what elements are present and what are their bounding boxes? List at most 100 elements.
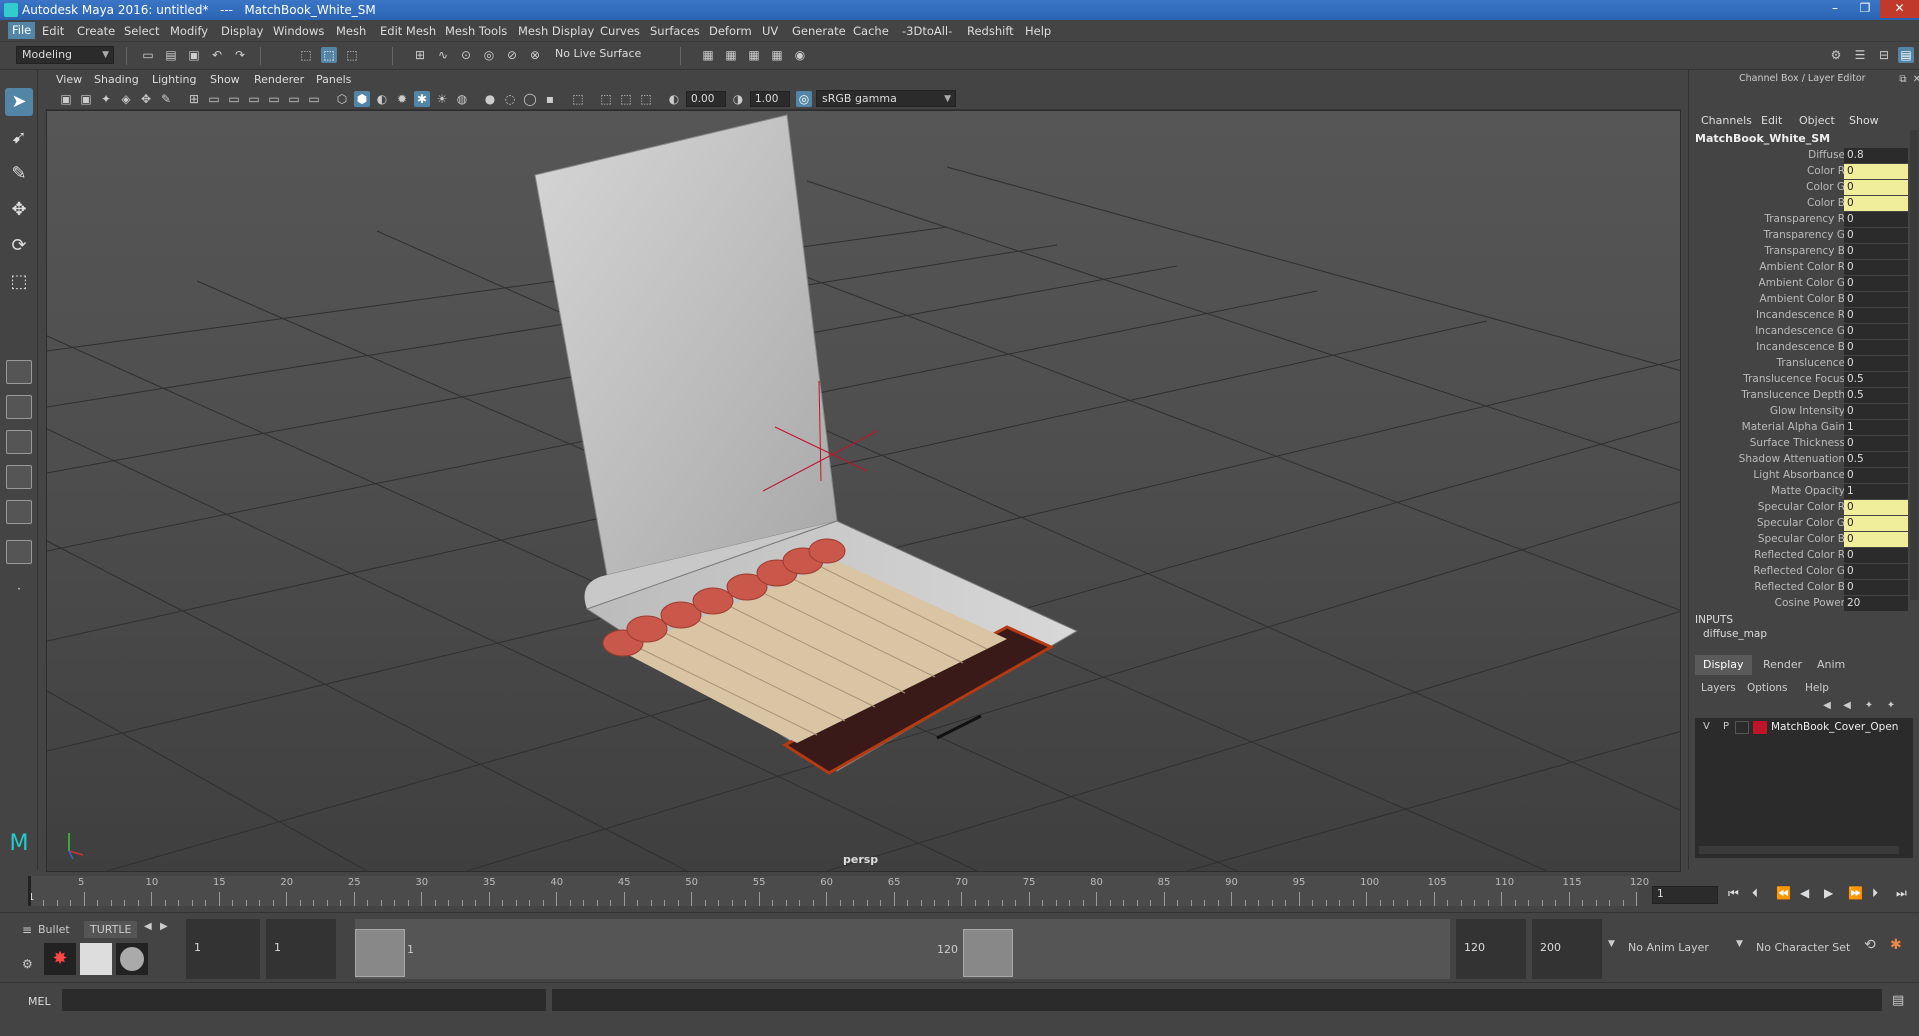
resolution-gate-icon[interactable]: ▭ — [226, 91, 242, 107]
step-forward-frame-icon[interactable]: ⏵ — [1872, 886, 1878, 901]
select-tool-icon[interactable]: ➤ — [5, 88, 33, 116]
script-editor-icon[interactable]: ▤ — [1892, 993, 1904, 1008]
channel-row[interactable]: Ambient Color G0 — [1689, 276, 1909, 292]
channel-value-field[interactable]: 0 — [1844, 404, 1908, 419]
exposure-icon[interactable]: ◐ — [666, 91, 682, 107]
channel-value-field[interactable]: 0 — [1844, 564, 1908, 579]
menu-windows[interactable]: Windows — [273, 24, 324, 38]
channel-value-field[interactable]: 0 — [1844, 516, 1908, 531]
menu-generate[interactable]: Generate — [792, 24, 846, 38]
rotate-tool-icon[interactable]: ⟳ — [5, 232, 33, 260]
persp-hypershade-layout-icon[interactable] — [6, 500, 32, 524]
step-back-frame-icon[interactable]: ⏴ — [1752, 886, 1758, 901]
minimize-button[interactable]: – — [1820, 0, 1850, 18]
channel-value-field[interactable]: 0.8 — [1844, 148, 1908, 163]
channel-label[interactable]: Incandescence G — [1755, 325, 1845, 337]
isolate-select-icon[interactable]: ▪ — [542, 91, 558, 107]
channel-value-field[interactable]: 0 — [1844, 500, 1908, 515]
menu-file[interactable]: File — [8, 22, 36, 39]
shelf-tab-turtle[interactable]: TURTLE — [84, 921, 138, 938]
channel-label[interactable]: Translucence Depth — [1741, 389, 1845, 401]
single-perspective-layout-icon[interactable] — [6, 360, 32, 384]
layer-menu-options[interactable]: Options — [1747, 682, 1788, 694]
menu-modify[interactable]: Modify — [170, 24, 208, 38]
channel-row[interactable]: Cosine Power 20 — [1689, 596, 1909, 612]
shelf-settings-icon[interactable]: ⚙ — [22, 957, 33, 971]
gate-mask-icon[interactable]: ▭ — [246, 91, 262, 107]
layer-menu-help[interactable]: Help — [1805, 682, 1829, 694]
channel-value-field[interactable]: 0 — [1844, 212, 1908, 227]
playback-end-field[interactable]: 120 — [1456, 919, 1526, 979]
channel-label[interactable]: Ambient Color R — [1759, 261, 1845, 273]
channel-value-field[interactable]: 0 — [1844, 324, 1908, 339]
cb-menu-show[interactable]: Show — [1849, 114, 1879, 127]
turtle-settings-icon[interactable] — [116, 943, 148, 975]
channel-row[interactable]: Shadow Attenuation 0.5 — [1689, 452, 1909, 468]
viewport-menu-show[interactable]: Show — [210, 73, 240, 86]
cb-menu-channels[interactable]: Channels — [1701, 114, 1752, 127]
channel-label[interactable]: Ambient Color G — [1759, 277, 1845, 289]
make-live-icon[interactable]: ⊗ — [527, 47, 543, 63]
channel-value-field[interactable]: 0.5 — [1844, 452, 1908, 467]
channel-row[interactable]: Incandescence B0 — [1689, 340, 1909, 356]
channel-value-field[interactable]: 0 — [1844, 356, 1908, 371]
channel-row[interactable]: Incandescence G0 — [1689, 324, 1909, 340]
channel-label[interactable]: Specular Color R — [1758, 501, 1845, 513]
channel-value-field[interactable]: 0.5 — [1844, 388, 1908, 403]
camera-select-icon[interactable]: ▣ — [58, 91, 74, 107]
channel-label[interactable]: Surface Thickness — [1750, 437, 1845, 449]
textured-icon[interactable]: ✹ — [394, 91, 410, 107]
auto-key-icon[interactable]: ⟲ — [1864, 937, 1876, 953]
move-layer-down-icon[interactable]: ◀ — [1839, 698, 1855, 714]
layer-scrollbar[interactable] — [1699, 846, 1899, 854]
channel-row[interactable]: Diffuse 0.8 — [1689, 148, 1909, 164]
channel-row[interactable]: Glow Intensity 0 — [1689, 404, 1909, 420]
play-backwards-icon[interactable]: ◀ — [1800, 886, 1809, 900]
menu-help[interactable]: Help — [1025, 24, 1051, 38]
shelf-menu-icon[interactable]: ≡ — [22, 923, 32, 937]
layer-row[interactable]: V P MatchBook_Cover_Open — [1695, 720, 1913, 736]
channel-value-field[interactable]: 1 — [1844, 484, 1908, 499]
shelf-scroll-right-icon[interactable]: ▶ — [160, 921, 168, 932]
channel-value-field[interactable]: 0 — [1844, 180, 1908, 195]
layer-type-toggle[interactable] — [1735, 721, 1749, 734]
xray-joints-icon[interactable]: ⬚ — [598, 91, 614, 107]
channel-value-field[interactable]: 0.5 — [1844, 372, 1908, 387]
persp-graph-layout-icon[interactable] — [6, 465, 32, 489]
cb-menu-edit[interactable]: Edit — [1761, 114, 1782, 127]
camera-attributes-icon[interactable]: ▣ — [78, 91, 94, 107]
channel-row[interactable]: Color R0 — [1689, 164, 1909, 180]
bookmark-icon[interactable]: ✦ — [98, 91, 114, 107]
backface-culling-icon[interactable]: ⬚ — [638, 91, 654, 107]
attribute-editor-icon[interactable]: ☰ — [1852, 47, 1868, 63]
shelf-tab-bullet[interactable]: Bullet — [38, 923, 70, 936]
layer-menu-layers[interactable]: Layers — [1701, 682, 1736, 694]
shelf-scroll-left-icon[interactable]: ◀ — [144, 921, 152, 932]
channel-row[interactable]: Incandescence R0 — [1689, 308, 1909, 324]
color-management-icon[interactable]: ◎ — [796, 91, 812, 107]
perspective-viewport[interactable]: persp — [46, 110, 1681, 872]
range-bar[interactable]: 1 120 — [355, 919, 1450, 979]
time-ruler[interactable]: 1 5 10 15 20 25 30 35 40 45 50 55 60 65 70 75 80 85 90 95 10… — [28, 876, 1649, 906]
channel-label[interactable]: Translucence Focus — [1743, 373, 1845, 385]
channel-value-field[interactable]: 0 — [1844, 468, 1908, 483]
channel-value-field[interactable]: 0 — [1844, 292, 1908, 307]
colorspace-dropdown[interactable]: sRGB gamma ▼ — [816, 90, 956, 107]
new-layer-selected-icon[interactable]: ✦ — [1883, 698, 1899, 714]
menu-cache[interactable]: Cache — [853, 24, 889, 38]
move-tool-icon[interactable]: ✥ — [5, 196, 33, 224]
command-input[interactable] — [62, 989, 546, 1011]
smooth-shade-icon[interactable]: ⬢ — [354, 91, 370, 107]
chevron-down-icon[interactable]: ▼ — [1608, 939, 1615, 949]
channel-row[interactable]: Translucence Depth 0.5 — [1689, 388, 1909, 404]
channel-value-field[interactable]: 0 — [1844, 340, 1908, 355]
snap-curve-icon[interactable]: ∿ — [435, 47, 451, 63]
channel-row[interactable]: Transparency G0 — [1689, 228, 1909, 244]
motion-blur-icon[interactable]: ● — [482, 91, 498, 107]
live-surface-field[interactable]: No Live Surface — [550, 46, 650, 64]
menu-edit-mesh[interactable]: Edit Mesh — [380, 24, 436, 38]
animation-end-field[interactable]: 200 — [1532, 919, 1602, 979]
turtle-render-icon[interactable]: ✸ — [44, 943, 76, 975]
persp-uv-layout-icon[interactable] — [6, 540, 32, 564]
channel-value-field[interactable]: 0 — [1844, 532, 1908, 547]
